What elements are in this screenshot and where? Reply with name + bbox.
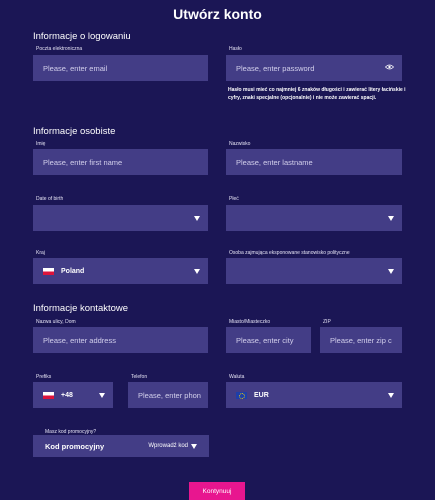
currency-label: Waluta bbox=[229, 374, 245, 380]
country-select[interactable]: Poland bbox=[33, 258, 208, 284]
country-label: Kraj bbox=[36, 250, 45, 256]
chevron-down-icon bbox=[194, 268, 200, 274]
prefix-select[interactable]: +48 bbox=[33, 382, 113, 408]
first-name-field[interactable] bbox=[33, 149, 208, 175]
page-title: Utwórz konto bbox=[173, 6, 262, 22]
address-input[interactable] bbox=[43, 335, 208, 345]
password-label: Hasło bbox=[229, 46, 242, 52]
country-value: Poland bbox=[61, 267, 85, 275]
last-name-field[interactable] bbox=[226, 149, 402, 175]
email-field[interactable] bbox=[33, 55, 208, 81]
zip-label: ZIP bbox=[323, 319, 331, 325]
chevron-down-icon bbox=[99, 392, 105, 398]
chevron-down-icon bbox=[194, 215, 200, 221]
phone-label: Telefon bbox=[131, 374, 148, 380]
city-input[interactable] bbox=[236, 335, 311, 345]
last-name-label: Nazwisko bbox=[229, 141, 251, 147]
email-input[interactable] bbox=[43, 63, 208, 73]
chevron-down-icon bbox=[191, 443, 197, 449]
email-label: Poczta elektroniczna bbox=[36, 46, 83, 52]
currency-select[interactable]: EUR bbox=[226, 382, 402, 408]
enter-code-link[interactable]: Wprowadź kod bbox=[148, 443, 188, 449]
poland-flag-icon bbox=[43, 391, 54, 399]
continue-button[interactable]: Kontynuuj bbox=[189, 482, 245, 500]
eye-icon[interactable] bbox=[385, 64, 394, 70]
pep-select[interactable] bbox=[226, 258, 402, 284]
chevron-down-icon bbox=[388, 215, 394, 221]
city-field[interactable] bbox=[226, 327, 311, 353]
first-name-input[interactable] bbox=[43, 157, 208, 167]
promo-code-label: Kod promocyjny bbox=[45, 441, 105, 451]
dob-select[interactable] bbox=[33, 205, 208, 231]
first-name-label: Imię bbox=[36, 141, 46, 147]
prefix-value: +48 bbox=[61, 391, 73, 399]
personal-section-heading: Informacje osobiste bbox=[33, 126, 116, 137]
password-input[interactable] bbox=[236, 63, 378, 73]
zip-input[interactable] bbox=[330, 335, 402, 345]
dob-label: Date of birth bbox=[36, 196, 64, 202]
address-label: Nazwa ulicy, Dom bbox=[36, 319, 76, 325]
promo-code-toggle[interactable]: Kod promocyjny Wprowadź kod bbox=[33, 435, 209, 457]
zip-field[interactable] bbox=[320, 327, 402, 353]
contact-section-heading: Informacje kontaktowe bbox=[33, 303, 129, 314]
city-label: Miasto/Miasteczko bbox=[229, 319, 271, 325]
gender-select[interactable] bbox=[226, 205, 402, 231]
login-section-heading: Informacje o logowaniu bbox=[33, 31, 131, 42]
pep-label: Osoba zajmująca eksponowane stanowisko p… bbox=[229, 250, 350, 256]
poland-flag-icon bbox=[43, 267, 54, 275]
currency-value: EUR bbox=[254, 391, 269, 399]
phone-field[interactable] bbox=[128, 382, 208, 408]
last-name-input[interactable] bbox=[236, 157, 402, 167]
address-field[interactable] bbox=[33, 327, 208, 353]
chevron-down-icon bbox=[388, 268, 394, 274]
password-hint: Hasło musi mieć co najmniej 6 znaków dłu… bbox=[228, 87, 406, 101]
phone-input[interactable] bbox=[138, 390, 208, 400]
password-field[interactable] bbox=[226, 55, 402, 81]
chevron-down-icon bbox=[388, 392, 394, 398]
gender-label: Płeć bbox=[229, 196, 239, 202]
eu-flag-icon bbox=[236, 391, 247, 399]
prefix-label: Prefiks bbox=[36, 374, 52, 380]
